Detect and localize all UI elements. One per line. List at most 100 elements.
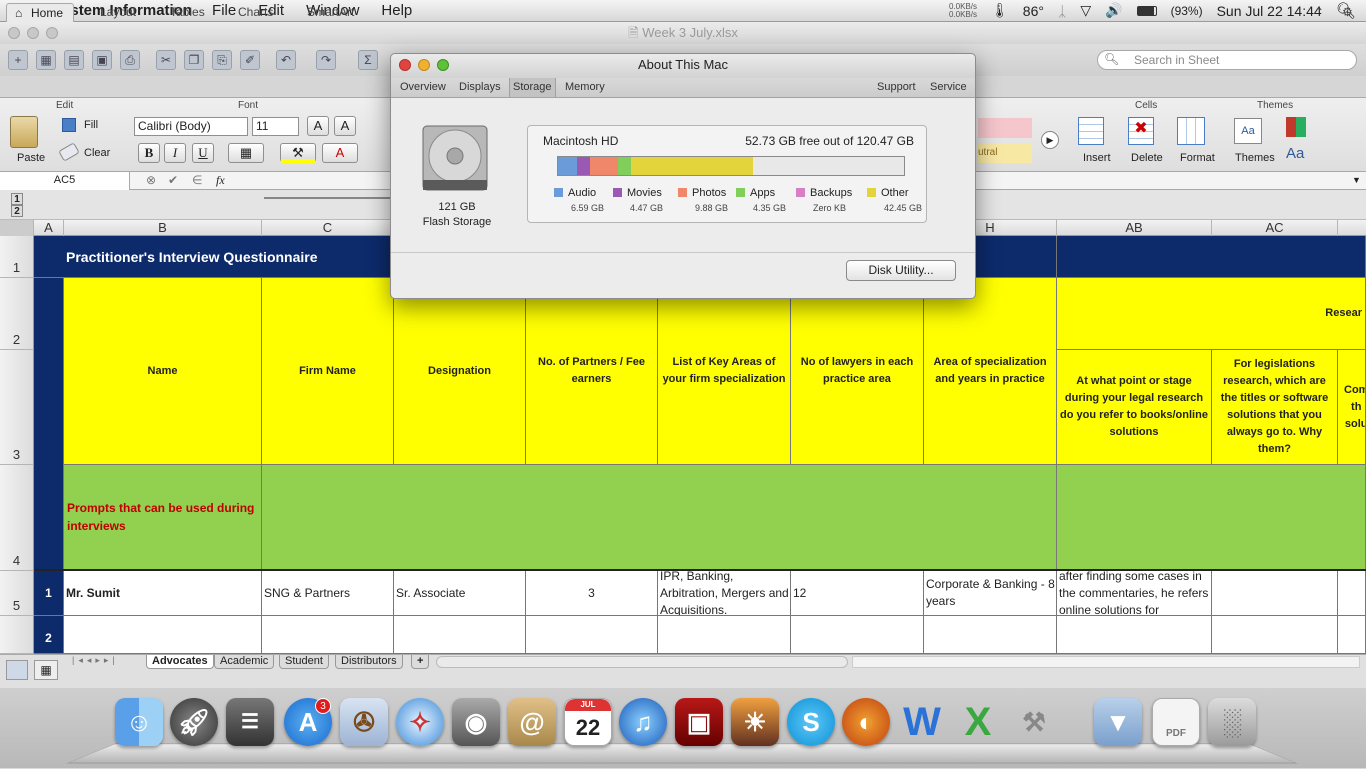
tab-layout[interactable]: Layout [100,3,136,22]
battery-percent[interactable]: (93%) [1171,4,1203,18]
col-header-b[interactable]: B [64,220,262,236]
excel-close-button[interactable] [8,27,20,39]
sheet-tab-distributors[interactable]: Distributors [335,655,403,669]
col-header-a[interactable]: A [34,220,64,236]
font-name-select[interactable]: Calibri (Body) [134,117,248,136]
underline-button[interactable]: U [192,143,214,163]
style-bad-swatch[interactable] [978,118,1032,138]
pdf-icon[interactable]: PDF [1152,698,1200,746]
link-support[interactable]: Support [877,81,916,93]
automator-icon[interactable]: ⚒ [1010,698,1058,746]
sheet-tab-advocates[interactable]: Advocates [146,655,214,669]
menu-file[interactable]: File [212,2,236,19]
volume-icon[interactable]: 🔊 [1105,2,1122,19]
col-header-ac[interactable]: AC [1212,220,1338,236]
select-all-corner[interactable] [0,220,34,236]
header-firm-name[interactable]: Firm Name [262,278,394,465]
tab-tables[interactable]: Tables [170,3,205,22]
facetime-icon[interactable]: ◉ [452,698,500,746]
page-layout-view-icon[interactable]: ▦ [34,660,58,680]
cell-empty[interactable] [1212,616,1338,654]
calendar-icon[interactable]: JUL 22 [564,698,612,746]
wifi-icon[interactable]: ▽ [1080,2,1091,19]
col-a-filler[interactable] [34,278,64,571]
excel-zoom-button[interactable] [46,27,58,39]
autosum-icon[interactable]: Σ [358,50,378,70]
add-sheet-button[interactable]: + [411,655,430,669]
search-in-sheet-input[interactable]: Search in Sheet [1097,50,1357,70]
sheet-tab-academic[interactable]: Academic [214,655,275,669]
cell-empty[interactable] [64,616,262,654]
header-research-group[interactable]: Resear [1057,278,1366,350]
theme-fonts-icon[interactable]: Aa [1286,145,1304,162]
delete-button[interactable]: Delete [1131,152,1163,164]
cell-specialization[interactable]: Corporate & Banking - 8 years [924,571,1057,616]
header-partners[interactable]: No. of Partners / Fee earners [526,278,658,465]
header-lawyers[interactable]: No of lawyers in each practice area [791,278,924,465]
title-row-extension[interactable] [1057,236,1366,278]
cell-designation[interactable]: Sr. Associate [394,571,526,616]
row-header-5[interactable]: 5 [0,571,34,616]
prompts-row-fill[interactable] [262,465,1057,571]
address-book-icon[interactable]: @ [508,698,556,746]
row-header-1[interactable]: 1 [0,236,34,278]
print-icon[interactable]: ⎙ [120,50,140,70]
cancel-formula-icon[interactable]: ⊗ [146,173,156,187]
cell-partners[interactable]: 3 [526,571,658,616]
cell-empty[interactable] [1057,616,1212,654]
templates-icon[interactable]: ▦ [36,50,56,70]
save-icon[interactable]: ▣ [92,50,112,70]
cell-research-stage[interactable]: after finding some cases in the commenta… [1057,571,1212,616]
prompts-row-fill-right[interactable] [1057,465,1366,571]
header-key-areas[interactable]: List of Key Areas of your firm specializ… [658,278,791,465]
ribbon-options-icon[interactable]: ⚙ [1342,3,1353,22]
preview-icon[interactable]: ✇ [340,698,388,746]
borders-icon[interactable]: ▦ [228,143,264,163]
row-header-2[interactable]: 2 [0,278,34,350]
cell-ac5-selected[interactable] [1212,571,1338,616]
cell-empty[interactable] [658,616,791,654]
cell-name[interactable]: Mr. Sumit [64,571,262,616]
prompts-label[interactable]: Prompts that can be used during intervie… [64,465,262,571]
about-zoom-button[interactable] [437,59,449,71]
font-color-icon[interactable]: A [322,143,358,163]
fx-label[interactable]: fx [216,173,225,188]
tab-home[interactable]: ⌂ Home [6,3,75,22]
menu-help[interactable]: Help [381,2,412,19]
sheet-tab-student[interactable]: Student [279,655,329,669]
undo-icon[interactable]: ↶ [276,50,296,70]
clock[interactable]: Sun Jul 22 14:44 [1217,3,1322,19]
iphoto-icon[interactable]: ☀ [731,698,779,746]
cell-empty[interactable] [526,616,658,654]
cut-icon[interactable]: ✂ [156,50,176,70]
finder-icon[interactable]: ☺ [115,698,163,746]
style-neutral-swatch[interactable]: utral [978,143,1032,163]
decrease-font-icon[interactable]: A [334,116,356,136]
name-box[interactable]: AC5 [0,172,130,190]
row-header-4[interactable]: 4 [0,465,34,571]
paste-clipboard-icon[interactable] [10,116,38,148]
sheet-scroll-arrows-icon[interactable]: |◂◂▸▸| [72,655,119,666]
paste-button[interactable]: Paste [17,152,45,164]
skype-icon[interactable]: S [787,698,835,746]
cell-empty[interactable] [1338,616,1366,654]
cell-lawyers[interactable]: 12 [791,571,924,616]
increase-font-icon[interactable]: A [307,116,329,136]
system-info-icon[interactable]: ☰ [226,698,274,746]
normal-view-icon[interactable] [6,660,28,680]
cell-firm[interactable]: SNG & Partners [262,571,394,616]
font-size-select[interactable]: 11 [252,117,299,136]
safari-icon[interactable]: ✧ [396,698,444,746]
temperature-reading[interactable]: 86° [1023,3,1044,19]
tab-overview[interactable]: Overview [400,81,446,93]
open-icon[interactable]: ▤ [64,50,84,70]
excel-icon[interactable]: X [954,698,1002,746]
format-painter-icon[interactable]: ✐ [240,50,260,70]
col-header-c[interactable]: C [262,220,394,236]
cell-empty[interactable] [791,616,924,654]
bold-button[interactable]: B [138,143,160,163]
paste-icon[interactable]: ⎘ [212,50,232,70]
bluetooth-icon[interactable]: ᛣ [1058,3,1066,19]
insert-button[interactable]: Insert [1083,152,1111,164]
header-designation[interactable]: Designation [394,278,526,465]
